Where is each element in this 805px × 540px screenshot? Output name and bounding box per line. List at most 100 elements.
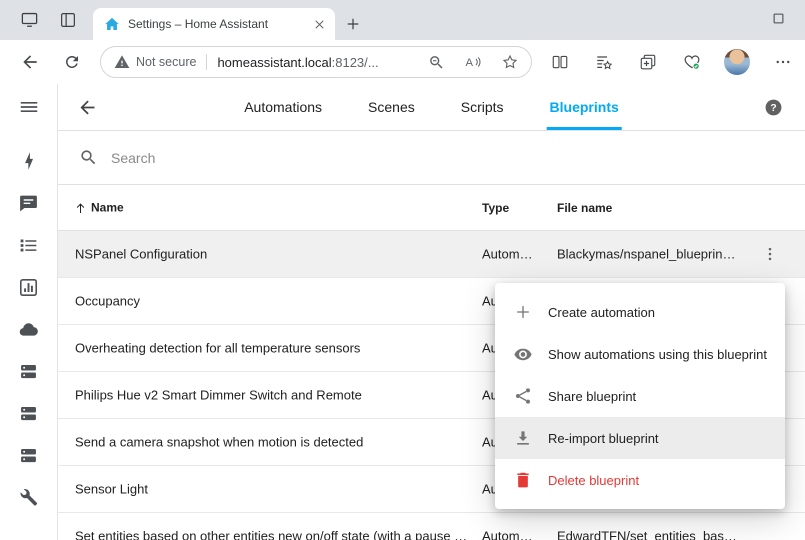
- row-name: Set entities based on other entities new…: [75, 529, 470, 540]
- menu-item-label: Delete blueprint: [548, 473, 639, 488]
- menu-item-label: Re-import blueprint: [548, 431, 659, 446]
- favorite-button[interactable]: [501, 53, 519, 71]
- browser-tab-strip: Settings – Home Assistant: [0, 0, 805, 40]
- search-input[interactable]: [111, 150, 805, 166]
- maximize-icon: [771, 11, 786, 26]
- split-screen-icon: [551, 53, 569, 71]
- home-assistant-favicon-icon: [104, 16, 120, 32]
- row-type: Autom…: [482, 247, 552, 262]
- favorites-hub-button[interactable]: [595, 53, 613, 71]
- sidebar-item-energy[interactable]: [0, 140, 58, 182]
- sidebar-item-history[interactable]: [0, 266, 58, 308]
- vertical-dots-icon: [761, 245, 779, 263]
- menu-item-reimport-blueprint[interactable]: Re-import blueprint: [495, 417, 785, 459]
- sidebar-item-todo[interactable]: [0, 224, 58, 266]
- menu-item-share-blueprint[interactable]: Share blueprint: [495, 375, 785, 417]
- search-row: [58, 131, 805, 185]
- zoom-out-icon: [428, 54, 445, 71]
- sidebar-item-integration-1[interactable]: [0, 350, 58, 392]
- row-name: NSPanel Configuration: [75, 247, 207, 262]
- row-name: Overheating detection for all temperatur…: [75, 341, 360, 356]
- menu-item-label: Create automation: [548, 305, 655, 320]
- help-icon: ?: [764, 98, 783, 117]
- file-column-header[interactable]: File name: [557, 201, 612, 215]
- url-text: homeassistant.local:8123/...: [217, 55, 378, 70]
- favorites-hub-icon: [595, 53, 613, 71]
- tab-scripts[interactable]: Scripts: [458, 84, 507, 130]
- menu-item-label: Share blueprint: [548, 389, 636, 404]
- svg-text:?: ?: [770, 103, 776, 114]
- row-name: Occupancy: [75, 294, 140, 309]
- table-row[interactable]: NSPanel Configuration Autom… Blackymas/n…: [58, 231, 805, 278]
- row-name: Send a camera snapshot when motion is de…: [75, 435, 363, 450]
- workspaces-button[interactable]: [20, 10, 39, 29]
- browser-essentials-icon: [683, 53, 701, 71]
- address-divider: [206, 54, 207, 70]
- window-maximize-button[interactable]: [771, 11, 786, 26]
- sidebar-item-integration-3[interactable]: [0, 434, 58, 476]
- name-column-label: Name: [91, 201, 124, 215]
- url-path: :8123/...: [332, 55, 379, 70]
- menu-item-create-automation[interactable]: Create automation: [495, 291, 785, 333]
- star-icon: [501, 53, 519, 71]
- search-icon: [79, 148, 98, 167]
- browser-toolbar: Not secure homeassistant.local:8123/... …: [0, 40, 805, 84]
- trash-icon: [513, 470, 533, 490]
- refresh-button[interactable]: [63, 53, 81, 71]
- server-icon: [18, 361, 39, 382]
- svg-text:A: A: [466, 57, 474, 69]
- hamburger-icon: [18, 96, 40, 118]
- row-type: Autom…: [482, 529, 552, 540]
- workspaces-icon: [20, 10, 39, 29]
- sidebar-menu-button[interactable]: [0, 84, 58, 130]
- address-bar[interactable]: Not secure homeassistant.local:8123/... …: [100, 46, 532, 78]
- row-file: EdwardTFN/set_entities_bas…: [557, 529, 755, 540]
- split-screen-button[interactable]: [551, 53, 569, 71]
- tab-actions-button[interactable]: [59, 11, 77, 29]
- collections-icon: [639, 53, 657, 71]
- site-info-button[interactable]: Not secure: [114, 54, 196, 70]
- tab-blueprints[interactable]: Blueprints: [547, 84, 622, 130]
- tab-automations[interactable]: Automations: [241, 84, 325, 130]
- sidebar-item-integration-2[interactable]: [0, 392, 58, 434]
- read-aloud-button[interactable]: A: [464, 53, 482, 71]
- warning-icon: [114, 54, 130, 70]
- browser-essentials-button[interactable]: [683, 53, 701, 71]
- tab-scenes[interactable]: Scenes: [365, 84, 418, 130]
- collections-button[interactable]: [639, 53, 657, 71]
- table-header: Name Type File name: [58, 185, 805, 231]
- blueprint-context-menu: Create automation Show automations using…: [495, 283, 785, 509]
- ha-sidebar: [0, 84, 58, 540]
- table-row[interactable]: Set entities based on other entities new…: [58, 513, 805, 540]
- chart-box-icon: [18, 277, 39, 298]
- security-label: Not secure: [136, 55, 196, 69]
- eye-icon: [513, 344, 533, 364]
- profile-avatar[interactable]: [724, 49, 750, 75]
- new-tab-button[interactable]: [344, 15, 362, 33]
- cloud-icon: [18, 319, 39, 340]
- sidebar-items: [0, 140, 58, 518]
- plus-icon: [344, 15, 362, 33]
- sidebar-item-cloud[interactable]: [0, 308, 58, 350]
- tab-title: Settings – Home Assistant: [128, 17, 304, 31]
- close-icon: [312, 17, 327, 32]
- refresh-icon: [63, 53, 81, 71]
- row-overflow-button[interactable]: [761, 245, 779, 263]
- browser-tab[interactable]: Settings – Home Assistant: [93, 8, 335, 40]
- ha-back-button[interactable]: [77, 97, 98, 118]
- arrow-left-icon: [20, 52, 40, 72]
- sidebar-item-logbook[interactable]: [0, 182, 58, 224]
- list-icon: [18, 235, 39, 256]
- tab-actions-icon: [59, 11, 77, 29]
- zoom-out-button[interactable]: [428, 54, 445, 71]
- sidebar-item-developer-tools[interactable]: [0, 476, 58, 518]
- menu-item-delete-blueprint[interactable]: Delete blueprint: [495, 459, 785, 501]
- server-icon: [18, 445, 39, 466]
- browser-menu-button[interactable]: [774, 53, 792, 71]
- type-column-header[interactable]: Type: [482, 201, 509, 215]
- help-button[interactable]: ?: [764, 98, 783, 117]
- menu-item-show-automations[interactable]: Show automations using this blueprint: [495, 333, 785, 375]
- name-column-header[interactable]: Name: [73, 200, 124, 215]
- browser-back-button[interactable]: [20, 52, 40, 72]
- tab-close-button[interactable]: [312, 17, 327, 32]
